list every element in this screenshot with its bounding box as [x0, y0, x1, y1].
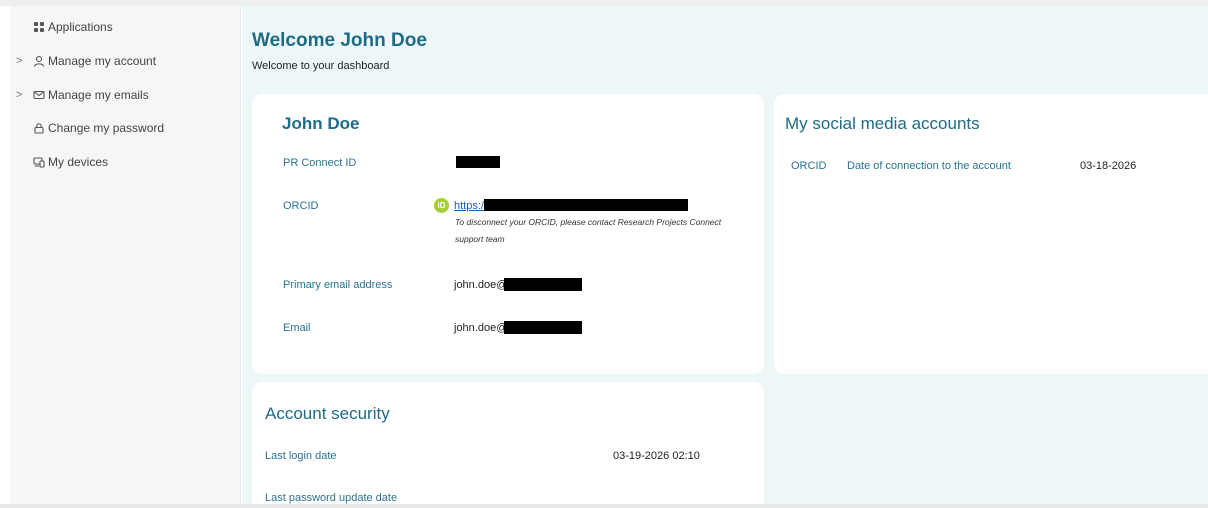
social-media-card: My social media accounts ORCID Date of c… — [774, 94, 1208, 374]
app-window: Applications > Manage my account > Manag… — [0, 0, 1208, 508]
last-login-value: 03-19-2026 02:10 — [613, 450, 700, 462]
sidebar-item-my-devices[interactable]: My devices — [10, 151, 241, 173]
devices-icon — [32, 156, 45, 169]
pr-connect-id-label: PR Connect ID — [283, 157, 357, 169]
sidebar-item-label: Manage my emails — [48, 88, 149, 102]
sidebar-item-manage-account[interactable]: > Manage my account — [10, 50, 241, 72]
last-password-update-label: Last password update date — [265, 492, 398, 504]
redacted-primary-email — [504, 278, 582, 291]
page-title: Welcome John Doe — [252, 30, 427, 51]
mail-icon — [32, 89, 45, 102]
email-label: Email — [283, 322, 311, 334]
redacted-orcid-url — [484, 199, 688, 211]
sidebar-item-change-password[interactable]: Change my password — [10, 117, 241, 139]
account-security-title: Account security — [265, 404, 390, 423]
connection-date-value: 03-18-2026 — [1080, 160, 1137, 172]
primary-email-label: Primary email address — [283, 279, 393, 291]
last-login-label: Last login date — [265, 450, 337, 462]
sidebar-item-applications[interactable]: Applications — [10, 16, 241, 38]
redacted-email — [504, 321, 582, 334]
sidebar-item-label: Manage my account — [48, 54, 157, 68]
grid-icon — [32, 21, 45, 34]
sidebar-item-label: Applications — [48, 20, 113, 34]
chevron-right-icon[interactable]: > — [16, 89, 22, 101]
social-provider: ORCID — [791, 160, 827, 172]
orcid-icon: iD — [434, 198, 449, 213]
profile-card: John Doe PR Connect ID ORCID iD https:/ … — [252, 94, 764, 374]
social-media-title: My social media accounts — [785, 114, 980, 133]
orcid-label: ORCID — [283, 200, 319, 212]
orcid-disconnect-note: To disconnect your ORCID, please contact… — [455, 217, 722, 244]
redacted-pr-connect-id — [456, 156, 500, 168]
page-subtitle: Welcome to your dashboard — [252, 60, 390, 72]
sidebar: Applications > Manage my account > Manag… — [10, 6, 241, 504]
sidebar-item-label: My devices — [48, 155, 109, 169]
email-value: john.doe@ — [454, 322, 508, 334]
sidebar-item-label: Change my password — [48, 121, 165, 135]
sidebar-item-manage-emails[interactable]: > Manage my emails — [10, 84, 241, 106]
lock-icon — [32, 122, 45, 135]
primary-email-value: john.doe@ — [454, 279, 508, 291]
orcid-link[interactable]: https:/ — [454, 200, 484, 212]
user-icon — [32, 55, 45, 68]
profile-name: John Doe — [282, 114, 360, 133]
chevron-right-icon[interactable]: > — [16, 55, 22, 67]
account-security-card: Account security Last login date 03-19-2… — [252, 382, 764, 504]
connection-date-label: Date of connection to the account — [847, 160, 1011, 172]
main-content: Welcome John Doe Welcome to your dashboa… — [242, 6, 1208, 504]
